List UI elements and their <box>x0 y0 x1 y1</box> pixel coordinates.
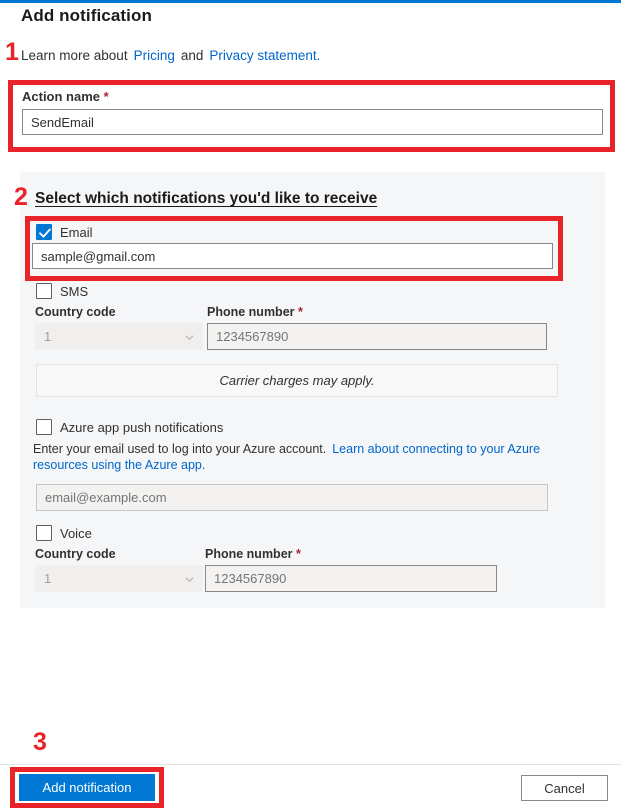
voice-checkbox-row[interactable]: Voice <box>36 525 92 541</box>
action-name-input[interactable] <box>22 109 603 135</box>
action-name-label: Action name * <box>22 89 109 104</box>
voice-phone-number-input[interactable] <box>205 565 497 592</box>
sms-checkbox-label: SMS <box>60 283 89 299</box>
annotation-marker-1: 1 <box>5 38 19 66</box>
voice-checkbox-label: Voice <box>60 525 92 541</box>
push-checkbox[interactable] <box>36 419 52 435</box>
voice-country-code-value: 1 <box>44 571 52 586</box>
brand-accent-bar <box>0 0 621 3</box>
voice-phone-required-asterisk: * <box>296 547 301 561</box>
footer-divider <box>0 764 621 765</box>
voice-country-code-select[interactable]: 1 <box>35 565 203 592</box>
sms-phone-number-label: Phone number * <box>207 305 303 319</box>
sms-phone-number-input[interactable] <box>207 323 547 350</box>
carrier-charges-note: Carrier charges may apply. <box>36 364 558 397</box>
sms-checkbox[interactable] <box>36 283 52 299</box>
page-title: Add notification <box>21 6 152 25</box>
chevron-down-icon <box>185 333 194 342</box>
action-name-label-text: Action name <box>22 89 101 104</box>
add-notification-button[interactable]: Add notification <box>19 774 155 801</box>
push-description: Enter your email used to log into your A… <box>33 441 573 473</box>
sms-checkbox-row[interactable]: SMS <box>36 283 88 299</box>
annotation-marker-3: 3 <box>33 728 47 756</box>
email-input[interactable] <box>32 243 553 269</box>
email-checkbox-label: Email <box>60 224 93 240</box>
email-checkbox-row[interactable]: Email <box>36 224 93 240</box>
conjunction-text: and <box>180 48 204 63</box>
push-checkbox-row[interactable]: Azure app push notifications <box>36 419 223 435</box>
sms-phone-number-label-text: Phone number <box>207 305 295 319</box>
learn-more-line: Learn more about Pricing and Privacy statem… <box>21 48 320 63</box>
annotation-marker-2: 2 <box>14 183 28 211</box>
sms-country-code-select[interactable]: 1 <box>35 323 203 350</box>
pricing-link[interactable]: Pricing <box>134 48 175 63</box>
cancel-button[interactable]: Cancel <box>521 775 608 801</box>
privacy-statement-link[interactable]: Privacy statement. <box>209 48 320 63</box>
voice-country-code-label: Country code <box>35 547 116 561</box>
voice-phone-number-label-text: Phone number <box>205 547 293 561</box>
sms-country-code-label: Country code <box>35 305 116 319</box>
chevron-down-icon <box>185 575 194 584</box>
carrier-charges-note-text: Carrier charges may apply. <box>219 373 375 388</box>
voice-checkbox[interactable] <box>36 525 52 541</box>
learn-more-prefix: Learn more about <box>21 48 128 63</box>
email-checkbox[interactable] <box>36 224 52 240</box>
push-description-text: Enter your email used to log into your A… <box>33 442 327 456</box>
notifications-section-heading: Select which notifications you'd like to… <box>35 190 378 207</box>
push-checkbox-label: Azure app push notifications <box>60 419 224 435</box>
sms-phone-required-asterisk: * <box>298 305 303 319</box>
checkmark-icon <box>39 228 51 238</box>
voice-phone-number-label: Phone number * <box>205 547 301 561</box>
push-email-input[interactable] <box>36 484 548 511</box>
action-name-required-asterisk: * <box>103 89 109 104</box>
sms-country-code-value: 1 <box>44 329 52 344</box>
